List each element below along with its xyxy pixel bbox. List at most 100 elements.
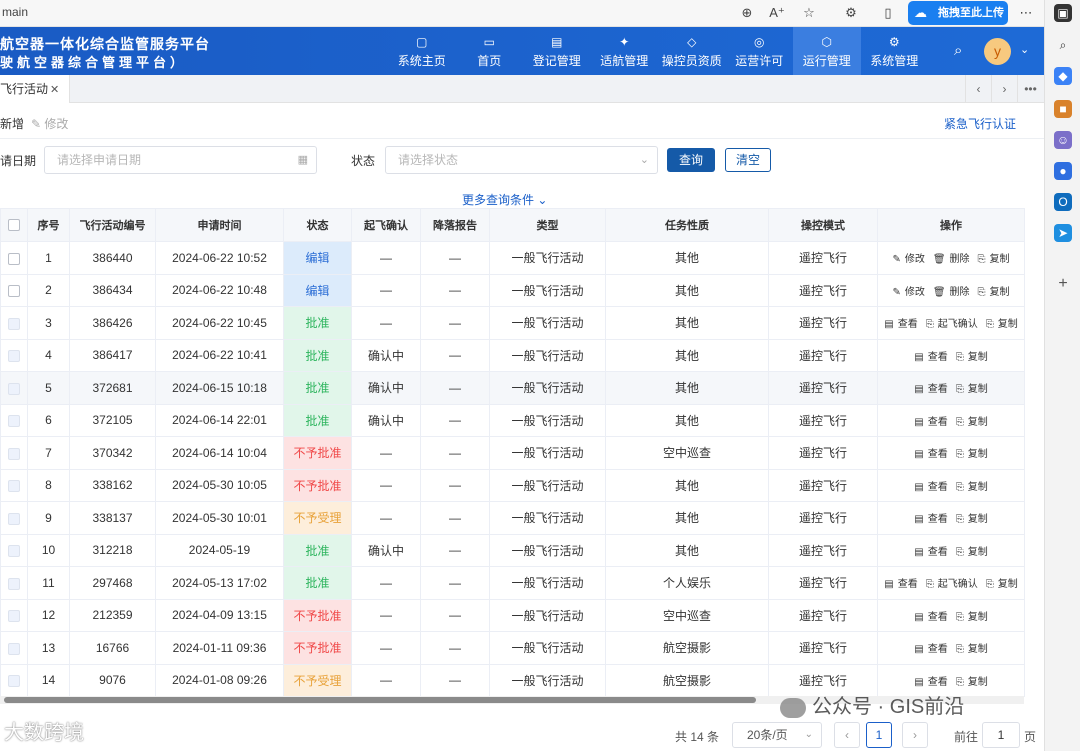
row-checkbox[interactable] — [8, 252, 20, 265]
row-select[interactable] — [0, 501, 28, 535]
tab-prev-icon[interactable]: ‹ — [965, 75, 991, 103]
row-select[interactable] — [0, 663, 28, 697]
search-icon[interactable]: ⌕ — [1054, 36, 1072, 54]
nav-index[interactable]: ▭ 首页 — [456, 27, 524, 75]
row-select[interactable] — [0, 241, 28, 275]
row-select[interactable] — [0, 338, 28, 372]
edit-button[interactable]: ✎ 修改 — [31, 115, 68, 132]
address-bar[interactable]: main — [2, 5, 28, 19]
takeoff-confirm-action[interactable]: ⎘ 起飞确认 — [924, 579, 980, 590]
view-action[interactable]: ▤ 查看 — [912, 612, 949, 623]
people-icon[interactable]: ☺ — [1054, 131, 1072, 149]
row-checkbox[interactable] — [8, 577, 20, 590]
clear-button[interactable]: 清空 — [725, 148, 771, 172]
avatar[interactable]: y — [984, 38, 1011, 65]
outlook-icon[interactable]: O — [1054, 193, 1072, 211]
nav-airworthiness[interactable]: ✦ 适航管理 — [591, 27, 659, 75]
query-button[interactable]: 查询 — [667, 148, 715, 172]
view-action[interactable]: ▤ 查看 — [912, 482, 949, 493]
status-select[interactable]: 请选择状态 ⌄ — [385, 146, 658, 174]
edit-action[interactable]: ✎ 修改 — [890, 254, 926, 265]
delete-action[interactable]: 🗑 删除 — [931, 287, 972, 298]
add-button[interactable]: 新增 — [0, 115, 24, 132]
view-action[interactable]: ▤ 查看 — [912, 417, 949, 428]
read-aloud-icon[interactable]: A⁺ — [768, 4, 786, 22]
date-picker-input[interactable]: 请选择申请日期 ▦ — [44, 146, 317, 174]
header-select-all[interactable] — [0, 208, 28, 242]
toolbox-icon[interactable]: ■ — [1054, 100, 1072, 118]
row-checkbox[interactable] — [8, 610, 20, 623]
copy-action[interactable]: ⎘ 复制 — [976, 287, 1012, 298]
nav-pilot-qualification[interactable]: ◇ 操控员资质 — [658, 27, 726, 75]
copy-action[interactable]: ⎘ 复制 — [984, 319, 1020, 330]
more-conditions-toggle[interactable]: 更多查询条件 ⌄ — [462, 191, 547, 208]
takeoff-confirm-action[interactable]: ⎘ 起飞确认 — [924, 319, 980, 330]
view-action[interactable]: ▤ 查看 — [882, 319, 919, 330]
view-action[interactable]: ▤ 查看 — [912, 514, 949, 525]
copy-action[interactable]: ⎘ 复制 — [954, 482, 990, 493]
tab-more-icon[interactable]: ••• — [1017, 75, 1043, 103]
page-size-select[interactable]: 20条/页 ⌄ — [732, 722, 822, 748]
nav-home-screen[interactable]: ▢ 系统主页 — [388, 27, 456, 75]
add-icon[interactable]: + — [1054, 275, 1072, 293]
row-checkbox[interactable] — [8, 642, 20, 655]
row-select[interactable] — [0, 468, 28, 502]
copy-action[interactable]: ⎘ 复制 — [976, 254, 1012, 265]
view-action[interactable]: ▤ 查看 — [912, 449, 949, 460]
view-action[interactable]: ▤ 查看 — [882, 579, 919, 590]
tab-flight-activity[interactable]: 飞行活动 ✕ — [0, 75, 70, 103]
row-select[interactable] — [0, 598, 28, 632]
view-action[interactable]: ▤ 查看 — [912, 352, 949, 363]
chevron-down-icon[interactable]: ⌄ — [1020, 43, 1029, 56]
split-screen-icon[interactable]: ▯ — [879, 4, 897, 22]
emergency-flight-button[interactable]: 紧急飞行认证 — [944, 115, 1016, 132]
row-checkbox[interactable] — [8, 675, 20, 688]
row-checkbox[interactable] — [8, 447, 20, 460]
view-action[interactable]: ▤ 查看 — [912, 547, 949, 558]
row-select[interactable] — [0, 273, 28, 307]
row-checkbox[interactable] — [8, 382, 20, 395]
nav-system-management[interactable]: ⚙ 系统管理 — [861, 27, 929, 75]
select-all-checkbox[interactable] — [8, 219, 20, 232]
row-select[interactable] — [0, 306, 28, 340]
copy-action[interactable]: ⎘ 复制 — [954, 449, 990, 460]
tag-icon[interactable]: ◆ — [1054, 67, 1072, 85]
row-select[interactable] — [0, 566, 28, 600]
copy-action[interactable]: ⎘ 复制 — [954, 677, 990, 688]
row-checkbox[interactable] — [8, 545, 20, 558]
sidebar-toggle-icon[interactable]: ▣ — [1054, 4, 1072, 22]
row-checkbox[interactable] — [8, 512, 20, 525]
header-search-icon[interactable]: ⌕ — [954, 42, 972, 60]
copy-action[interactable]: ⎘ 复制 — [954, 612, 990, 623]
row-checkbox[interactable] — [8, 285, 20, 298]
row-checkbox[interactable] — [8, 480, 20, 493]
view-action[interactable]: ▤ 查看 — [912, 677, 949, 688]
row-select[interactable] — [0, 403, 28, 437]
copy-action[interactable]: ⎘ 复制 — [954, 352, 990, 363]
more-menu-icon[interactable]: ⋯ — [1017, 4, 1035, 22]
copy-action[interactable]: ⎘ 复制 — [954, 547, 990, 558]
next-page-button[interactable]: › — [902, 722, 928, 748]
copy-action[interactable]: ⎘ 复制 — [954, 644, 990, 655]
row-checkbox[interactable] — [8, 317, 20, 330]
favorite-star-icon[interactable]: ☆ — [800, 4, 818, 22]
row-checkbox[interactable] — [8, 415, 20, 428]
row-select[interactable] — [0, 533, 28, 567]
row-select[interactable] — [0, 436, 28, 470]
view-action[interactable]: ▤ 查看 — [912, 644, 949, 655]
delete-action[interactable]: 🗑 删除 — [931, 254, 972, 265]
tab-next-icon[interactable]: › — [991, 75, 1017, 103]
goto-page-input[interactable]: 1 — [982, 722, 1020, 748]
extensions-icon[interactable]: ⚙ — [842, 4, 860, 22]
copy-action[interactable]: ⎘ 复制 — [984, 579, 1020, 590]
copy-action[interactable]: ⎘ 复制 — [954, 384, 990, 395]
edit-action[interactable]: ✎ 修改 — [890, 287, 926, 298]
row-select[interactable] — [0, 371, 28, 405]
row-checkbox[interactable] — [8, 350, 20, 363]
upload-button[interactable]: ☁ 拖拽至此上传 — [908, 1, 1008, 25]
prev-page-button[interactable]: ‹ — [834, 722, 860, 748]
copilot-icon[interactable]: ● — [1054, 162, 1072, 180]
nav-operation-management[interactable]: ⬡ 运行管理 — [793, 27, 861, 75]
send-icon[interactable]: ➤ — [1054, 224, 1072, 242]
view-action[interactable]: ▤ 查看 — [912, 384, 949, 395]
